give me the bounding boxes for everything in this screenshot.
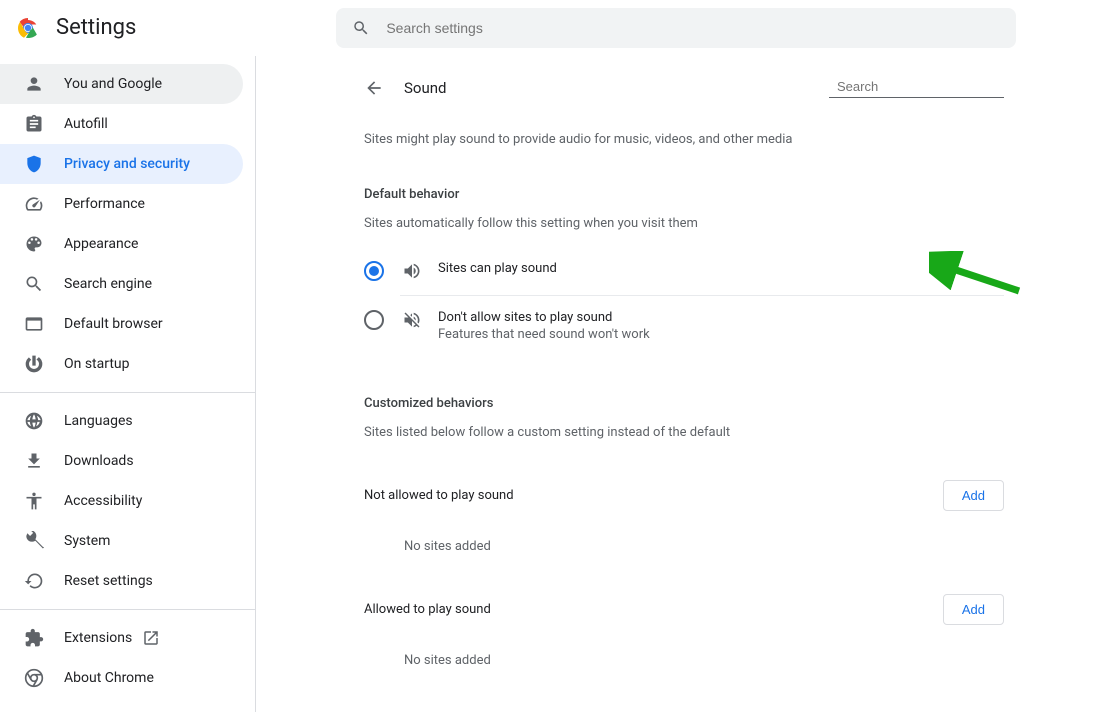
volume-up-icon [402,261,422,281]
app-header: Settings [0,0,1112,56]
sidebar-item-privacy-security[interactable]: Privacy and security [0,144,243,184]
sidebar-item-label: You and Google [64,76,162,92]
browser-icon [24,314,44,334]
accessibility-icon [24,491,44,511]
sidebar-item-label: Privacy and security [64,156,190,172]
radio-option-allow-sound[interactable]: Sites can play sound [364,247,1004,295]
sidebar-divider [0,392,255,393]
sidebar-item-label: Extensions [64,630,132,646]
customized-behaviors-title: Customized behaviors [364,396,1004,411]
sidebar-item-label: Accessibility [64,493,142,509]
sidebar-item-label: Reset settings [64,573,153,589]
panel-search-box[interactable] [829,79,1004,98]
sidebar-item-languages[interactable]: Languages [0,401,243,441]
panel-header: Sound [364,56,1004,120]
sidebar-item-on-startup[interactable]: On startup [0,344,243,384]
add-allowed-button[interactable]: Add [943,594,1004,625]
sidebar-item-label: Languages [64,413,133,429]
not-allowed-section: Not allowed to play sound Add [364,480,1004,511]
no-sites-not-allowed: No sites added [404,539,1004,554]
allowed-label: Allowed to play sound [364,602,943,617]
chrome-icon [24,668,44,688]
globe-icon [24,411,44,431]
not-allowed-label: Not allowed to play sound [364,488,943,503]
sidebar-item-label: On startup [64,356,130,372]
sidebar-item-label: Appearance [64,236,138,252]
sidebar-item-system[interactable]: System [0,521,243,561]
radio-label: Sites can play sound [438,261,557,276]
sidebar-item-extensions[interactable]: Extensions [0,618,243,658]
download-icon [24,451,44,471]
restore-icon [24,571,44,591]
assignment-icon [24,114,44,134]
sidebar-item-label: System [64,533,110,549]
sidebar: You and Google Autofill Privacy and secu… [0,56,255,712]
search-icon [352,19,370,37]
radio-button-unselected[interactable] [364,310,384,330]
shield-icon [24,154,44,174]
sidebar-divider [0,609,255,610]
search-settings-input[interactable] [386,20,1000,36]
speed-icon [24,194,44,214]
default-behavior-title: Default behavior [364,187,1004,202]
chrome-logo-icon [16,16,40,40]
sound-settings-panel: Sound Sites might play sound to provide … [344,56,1024,712]
customized-behaviors-subtitle: Sites listed below follow a custom setti… [364,425,1004,440]
search-icon [24,274,44,294]
no-sites-allowed: No sites added [404,653,1004,668]
sidebar-item-label: Downloads [64,453,134,469]
open-in-new-icon [142,629,160,647]
sidebar-item-downloads[interactable]: Downloads [0,441,243,481]
back-arrow-icon[interactable] [364,78,384,98]
sidebar-item-default-browser[interactable]: Default browser [0,304,243,344]
sidebar-item-label: Default browser [64,316,163,332]
sidebar-item-you-and-google[interactable]: You and Google [0,64,243,104]
sidebar-item-search-engine[interactable]: Search engine [0,264,243,304]
sidebar-item-accessibility[interactable]: Accessibility [0,481,243,521]
palette-icon [24,234,44,254]
allowed-section: Allowed to play sound Add [364,594,1004,625]
person-icon [24,74,44,94]
panel-search-input[interactable] [837,79,1013,94]
sidebar-item-performance[interactable]: Performance [0,184,243,224]
search-settings-box[interactable] [336,8,1016,48]
power-icon [24,354,44,374]
sidebar-item-label: Performance [64,196,145,212]
sidebar-item-about-chrome[interactable]: About Chrome [0,658,243,698]
build-icon [24,531,44,551]
content-area: Sound Sites might play sound to provide … [255,56,1112,712]
header-title: Settings [56,15,136,40]
sidebar-item-label: Search engine [64,276,152,292]
radio-option-block-sound[interactable]: Don't allow sites to play sound Features… [364,296,1004,356]
volume-off-icon [402,310,422,330]
sidebar-item-label: About Chrome [64,670,154,686]
default-behavior-options: Sites can play sound Don't allow sites t… [364,247,1004,356]
radio-sublabel: Features that need sound won't work [438,327,650,342]
sidebar-item-label: Autofill [64,116,108,132]
default-behavior-subtitle: Sites automatically follow this setting … [364,216,1004,231]
extension-icon [24,628,44,648]
radio-label: Don't allow sites to play sound [438,310,650,325]
panel-description: Sites might play sound to provide audio … [364,132,1004,147]
radio-button-selected[interactable] [364,261,384,281]
sidebar-item-reset[interactable]: Reset settings [0,561,243,601]
panel-title: Sound [404,79,446,97]
add-not-allowed-button[interactable]: Add [943,480,1004,511]
sidebar-item-appearance[interactable]: Appearance [0,224,243,264]
sidebar-item-autofill[interactable]: Autofill [0,104,243,144]
